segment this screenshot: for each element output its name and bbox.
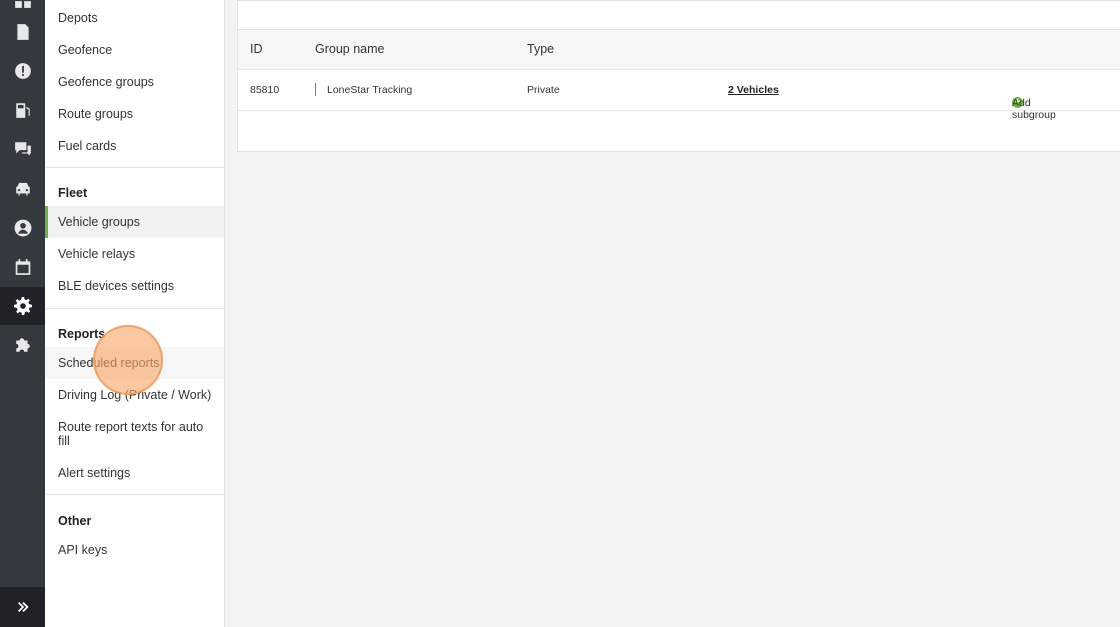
sidebar-item-fuel-cards[interactable]: Fuel cards bbox=[45, 139, 224, 153]
sidebar-item-driving-log[interactable]: Driving Log (Private / Work) bbox=[45, 388, 224, 402]
divider bbox=[45, 167, 224, 168]
sidebar-item-ble-devices-settings[interactable]: BLE devices settings bbox=[45, 279, 224, 293]
section-heading-other: Other bbox=[58, 514, 92, 528]
cell-group-name[interactable]: LoneStar Tracking bbox=[327, 84, 412, 96]
column-header-type[interactable]: Type bbox=[527, 42, 554, 56]
sidebar-item-api-keys[interactable]: API keys bbox=[45, 543, 224, 557]
user-icon[interactable] bbox=[0, 209, 45, 247]
puzzle-icon[interactable] bbox=[0, 326, 45, 364]
table-row[interactable]: 85810 LoneStar Tracking Private 2 Vehicl… bbox=[238, 70, 1120, 121]
add-subgroup-label: Add subgroup bbox=[1012, 97, 1056, 121]
cell-type: Private bbox=[527, 84, 560, 96]
section-heading-reports: Reports bbox=[58, 327, 106, 341]
sidebar-item-vehicle-relays[interactable]: Vehicle relays bbox=[45, 247, 224, 261]
vehicle-groups-table: ID Group name Type 85810 LoneStar Tracki… bbox=[237, 0, 1120, 152]
sidebar-item-geofence-groups[interactable]: Geofence groups bbox=[45, 75, 224, 89]
sidebar-item-vehicle-groups[interactable]: Vehicle groups bbox=[45, 206, 224, 238]
settings-sidebar: Depots Geofence Geofence groups Route gr… bbox=[45, 0, 225, 627]
calendar-icon[interactable] bbox=[0, 248, 45, 286]
divider bbox=[45, 494, 224, 495]
double-chevron-right-icon[interactable] bbox=[0, 587, 45, 627]
column-header-group-name[interactable]: Group name bbox=[315, 42, 384, 56]
chat-icon[interactable] bbox=[0, 130, 45, 168]
car-icon[interactable] bbox=[0, 170, 45, 208]
sidebar-item-geofence[interactable]: Geofence bbox=[45, 43, 224, 57]
sidebar-item-alert-settings[interactable]: Alert settings bbox=[45, 466, 224, 480]
divider bbox=[45, 308, 224, 309]
document-icon[interactable] bbox=[0, 13, 45, 51]
section-heading-fleet: Fleet bbox=[58, 186, 88, 200]
alert-badge-icon[interactable] bbox=[0, 52, 45, 90]
table-header: ID Group name Type bbox=[238, 30, 1120, 70]
table-toolbar bbox=[238, 1, 1120, 30]
column-header-id[interactable]: ID bbox=[250, 42, 263, 56]
gear-icon[interactable] bbox=[0, 287, 45, 325]
sidebar-item-scheduled-reports[interactable]: Scheduled reports bbox=[45, 347, 224, 379]
sidebar-item-route-groups[interactable]: Route groups bbox=[45, 107, 224, 121]
fuel-pump-icon[interactable] bbox=[0, 91, 45, 129]
tree-line bbox=[315, 83, 316, 96]
sidebar-item-route-report-texts[interactable]: Route report texts for auto fill bbox=[45, 420, 224, 448]
sidebar-item-depots[interactable]: Depots bbox=[45, 11, 224, 25]
icon-rail bbox=[0, 0, 45, 627]
vehicles-link[interactable]: 2 Vehicles bbox=[728, 84, 779, 96]
cell-id: 85810 bbox=[250, 84, 280, 96]
